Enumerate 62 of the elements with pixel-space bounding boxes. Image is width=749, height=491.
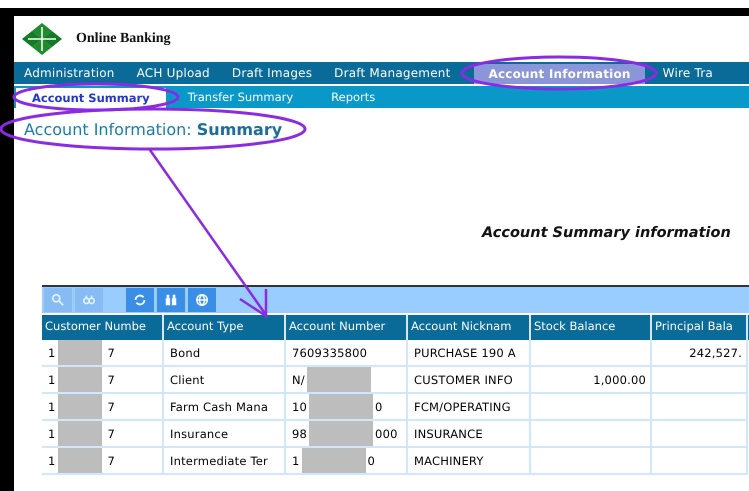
column-header[interactable]: Principal Bala bbox=[652, 315, 748, 340]
table-cell: Bond bbox=[164, 340, 286, 367]
redaction-block bbox=[58, 448, 102, 473]
table-cell: Client bbox=[164, 367, 286, 394]
table-cell-text: 1 bbox=[48, 372, 56, 387]
binoculars-icon bbox=[164, 293, 178, 307]
subnav-tab[interactable]: Transfer Summary bbox=[172, 86, 310, 108]
subnav-tab[interactable]: Reports bbox=[315, 86, 392, 108]
redaction-block bbox=[302, 448, 366, 473]
globe-button[interactable] bbox=[188, 288, 216, 312]
nav-tab[interactable]: ACH Upload bbox=[128, 62, 220, 84]
table-cell-text: 7 bbox=[108, 453, 116, 468]
column-header[interactable]: Stock Balance bbox=[531, 315, 652, 340]
table-cell-text: 1 bbox=[48, 453, 56, 468]
nav-tab[interactable]: Draft Management bbox=[326, 62, 460, 84]
table-cell: 1,000.00 bbox=[531, 367, 652, 394]
table-cell-text: 1 bbox=[48, 399, 56, 414]
table-cell: Farm Cash Mana bbox=[164, 394, 286, 421]
table-cell-text: 7 bbox=[108, 345, 116, 360]
site-title: Online Banking bbox=[76, 31, 171, 47]
table-cell-text: 10 bbox=[292, 399, 308, 414]
table-cell: INSURANCE bbox=[408, 421, 531, 448]
globe-icon bbox=[195, 293, 209, 307]
binoculars-button[interactable] bbox=[157, 288, 185, 312]
table-cell-text: 1 bbox=[48, 345, 56, 360]
redaction-block bbox=[58, 394, 102, 419]
table-cell-text: 7 bbox=[108, 372, 116, 387]
table-cell-text: 000 bbox=[375, 426, 398, 441]
redaction-block bbox=[309, 394, 374, 419]
table-cell-text: 0 bbox=[368, 453, 376, 468]
table-cell-text: 98 bbox=[292, 426, 308, 441]
table-cell: Intermediate Ter bbox=[164, 448, 286, 475]
section-title: Account Summary information bbox=[482, 225, 731, 241]
nav-tab[interactable]: Wire Tra bbox=[654, 62, 723, 84]
table-cell-text: 7 bbox=[108, 399, 116, 414]
nav-tab[interactable]: Administration bbox=[16, 62, 125, 84]
table-cell: 242,527. bbox=[652, 340, 748, 367]
refresh-icon bbox=[133, 293, 147, 307]
table-cell: Insurance bbox=[164, 421, 286, 448]
redaction-block bbox=[58, 367, 102, 392]
table-cell: MACHINERY bbox=[408, 448, 531, 475]
nav-tab[interactable]: Draft Images bbox=[224, 62, 322, 84]
table-cell: PURCHASE 190 A bbox=[408, 340, 531, 367]
column-header[interactable]: Account Nicknam bbox=[408, 315, 531, 340]
column-header[interactable]: Account Type bbox=[164, 315, 286, 340]
table-cell-text: 7 bbox=[108, 426, 116, 441]
page-heading: Account Information: Summary bbox=[24, 120, 282, 139]
table-cell-text: 1 bbox=[292, 453, 300, 468]
redaction-block bbox=[309, 421, 374, 446]
find-icon bbox=[82, 293, 96, 307]
redaction-block bbox=[58, 421, 102, 446]
table-cell-text: 0 bbox=[375, 399, 383, 414]
table-cell: FCM/OPERATING bbox=[408, 394, 531, 421]
search-icon bbox=[51, 293, 65, 307]
redaction-block bbox=[306, 367, 371, 392]
table-cell: CUSTOMER INFO bbox=[408, 367, 531, 394]
table-cell-text: N/ bbox=[292, 372, 305, 387]
refresh-button[interactable] bbox=[126, 288, 154, 312]
subnav-tab[interactable]: Account Summary bbox=[16, 88, 166, 108]
table-cell-text: 1 bbox=[48, 426, 56, 441]
redaction-block bbox=[58, 340, 102, 365]
column-header[interactable]: Account Number bbox=[286, 315, 408, 340]
